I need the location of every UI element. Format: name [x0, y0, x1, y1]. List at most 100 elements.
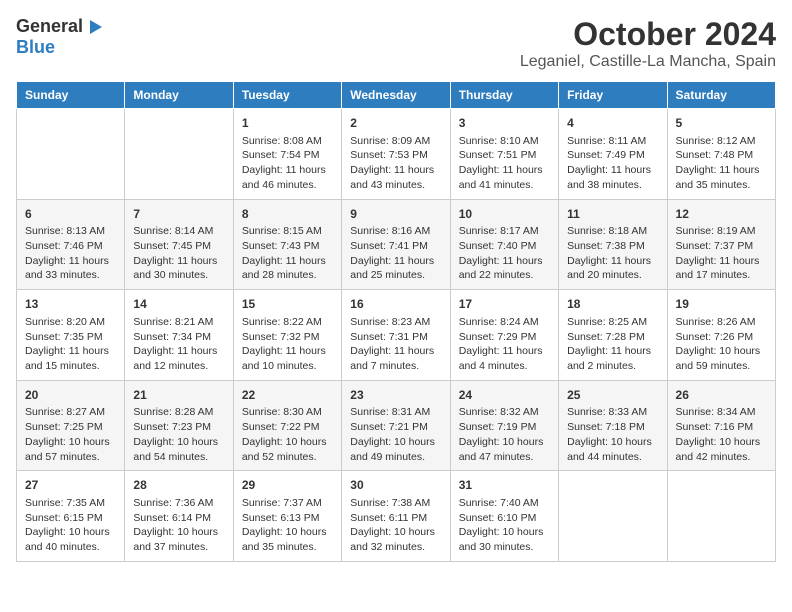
day-info: Sunrise: 8:14 AM	[133, 224, 224, 239]
day-number: 8	[242, 206, 333, 223]
calendar-title: October 2024	[520, 16, 776, 53]
day-info: Sunset: 7:49 PM	[567, 148, 658, 163]
calendar-day-cell: 23Sunrise: 8:31 AMSunset: 7:21 PMDayligh…	[342, 380, 450, 471]
day-of-week-header: Thursday	[450, 82, 558, 109]
day-number: 5	[676, 115, 767, 132]
day-number: 19	[676, 296, 767, 313]
day-info: Sunrise: 7:37 AM	[242, 496, 333, 511]
day-info: Sunset: 7:18 PM	[567, 420, 658, 435]
day-number: 27	[25, 477, 116, 494]
day-info: Sunrise: 8:32 AM	[459, 405, 550, 420]
day-number: 16	[350, 296, 441, 313]
day-info: Sunrise: 8:33 AM	[567, 405, 658, 420]
calendar-day-cell: 28Sunrise: 7:36 AMSunset: 6:14 PMDayligh…	[125, 471, 233, 562]
day-info: Daylight: 10 hours and 54 minutes.	[133, 435, 224, 464]
day-of-week-header: Saturday	[667, 82, 775, 109]
day-info: Sunrise: 8:25 AM	[567, 315, 658, 330]
day-info: Daylight: 10 hours and 52 minutes.	[242, 435, 333, 464]
day-number: 3	[459, 115, 550, 132]
calendar-day-cell	[559, 471, 667, 562]
day-info: Daylight: 11 hours and 25 minutes.	[350, 254, 441, 283]
day-info: Sunrise: 8:26 AM	[676, 315, 767, 330]
calendar-day-cell: 9Sunrise: 8:16 AMSunset: 7:41 PMDaylight…	[342, 199, 450, 290]
day-info: Sunset: 6:10 PM	[459, 511, 550, 526]
day-info: Daylight: 11 hours and 7 minutes.	[350, 344, 441, 373]
logo-general: General	[16, 16, 83, 37]
day-info: Daylight: 10 hours and 42 minutes.	[676, 435, 767, 464]
day-number: 9	[350, 206, 441, 223]
day-info: Daylight: 10 hours and 32 minutes.	[350, 525, 441, 554]
calendar-day-cell: 21Sunrise: 8:28 AMSunset: 7:23 PMDayligh…	[125, 380, 233, 471]
calendar-day-cell: 30Sunrise: 7:38 AMSunset: 6:11 PMDayligh…	[342, 471, 450, 562]
day-info: Sunrise: 8:30 AM	[242, 405, 333, 420]
day-number: 11	[567, 206, 658, 223]
day-info: Daylight: 11 hours and 22 minutes.	[459, 254, 550, 283]
day-number: 7	[133, 206, 224, 223]
calendar-table: SundayMondayTuesdayWednesdayThursdayFrid…	[16, 81, 776, 562]
day-info: Sunset: 7:37 PM	[676, 239, 767, 254]
day-info: Sunset: 7:22 PM	[242, 420, 333, 435]
calendar-week-row: 1Sunrise: 8:08 AMSunset: 7:54 PMDaylight…	[17, 109, 776, 200]
day-info: Sunset: 7:41 PM	[350, 239, 441, 254]
day-info: Sunrise: 8:23 AM	[350, 315, 441, 330]
calendar-day-cell: 16Sunrise: 8:23 AMSunset: 7:31 PMDayligh…	[342, 290, 450, 381]
calendar-day-cell: 5Sunrise: 8:12 AMSunset: 7:48 PMDaylight…	[667, 109, 775, 200]
day-info: Daylight: 10 hours and 44 minutes.	[567, 435, 658, 464]
day-info: Sunset: 7:35 PM	[25, 330, 116, 345]
day-number: 25	[567, 387, 658, 404]
day-info: Sunrise: 8:11 AM	[567, 134, 658, 149]
calendar-day-cell: 27Sunrise: 7:35 AMSunset: 6:15 PMDayligh…	[17, 471, 125, 562]
day-info: Sunrise: 8:15 AM	[242, 224, 333, 239]
day-info: Sunrise: 8:34 AM	[676, 405, 767, 420]
day-info: Sunrise: 8:10 AM	[459, 134, 550, 149]
day-info: Sunrise: 8:27 AM	[25, 405, 116, 420]
calendar-day-cell: 29Sunrise: 7:37 AMSunset: 6:13 PMDayligh…	[233, 471, 341, 562]
calendar-day-cell: 20Sunrise: 8:27 AMSunset: 7:25 PMDayligh…	[17, 380, 125, 471]
calendar-day-cell: 2Sunrise: 8:09 AMSunset: 7:53 PMDaylight…	[342, 109, 450, 200]
day-number: 26	[676, 387, 767, 404]
calendar-day-cell: 19Sunrise: 8:26 AMSunset: 7:26 PMDayligh…	[667, 290, 775, 381]
calendar-day-cell	[17, 109, 125, 200]
day-info: Sunset: 7:43 PM	[242, 239, 333, 254]
day-number: 18	[567, 296, 658, 313]
day-number: 30	[350, 477, 441, 494]
logo: General Blue	[16, 16, 103, 58]
day-number: 13	[25, 296, 116, 313]
day-info: Sunrise: 8:08 AM	[242, 134, 333, 149]
day-info: Daylight: 11 hours and 12 minutes.	[133, 344, 224, 373]
day-info: Sunset: 7:46 PM	[25, 239, 116, 254]
day-info: Daylight: 11 hours and 46 minutes.	[242, 163, 333, 192]
day-info: Sunrise: 8:18 AM	[567, 224, 658, 239]
day-info: Daylight: 10 hours and 57 minutes.	[25, 435, 116, 464]
day-info: Daylight: 11 hours and 43 minutes.	[350, 163, 441, 192]
day-info: Sunset: 6:13 PM	[242, 511, 333, 526]
day-info: Sunset: 7:51 PM	[459, 148, 550, 163]
day-number: 31	[459, 477, 550, 494]
day-info: Daylight: 11 hours and 38 minutes.	[567, 163, 658, 192]
day-number: 1	[242, 115, 333, 132]
day-number: 20	[25, 387, 116, 404]
day-number: 24	[459, 387, 550, 404]
day-info: Daylight: 11 hours and 35 minutes.	[676, 163, 767, 192]
day-info: Sunrise: 8:16 AM	[350, 224, 441, 239]
day-info: Sunrise: 8:24 AM	[459, 315, 550, 330]
day-info: Sunrise: 8:28 AM	[133, 405, 224, 420]
day-info: Sunset: 7:38 PM	[567, 239, 658, 254]
calendar-week-row: 27Sunrise: 7:35 AMSunset: 6:15 PMDayligh…	[17, 471, 776, 562]
day-info: Daylight: 10 hours and 49 minutes.	[350, 435, 441, 464]
day-info: Sunrise: 8:31 AM	[350, 405, 441, 420]
day-of-week-header: Friday	[559, 82, 667, 109]
day-info: Daylight: 10 hours and 47 minutes.	[459, 435, 550, 464]
day-number: 15	[242, 296, 333, 313]
day-info: Sunset: 7:29 PM	[459, 330, 550, 345]
day-of-week-header: Wednesday	[342, 82, 450, 109]
day-info: Sunset: 6:11 PM	[350, 511, 441, 526]
day-number: 14	[133, 296, 224, 313]
calendar-day-cell: 1Sunrise: 8:08 AMSunset: 7:54 PMDaylight…	[233, 109, 341, 200]
day-of-week-header: Monday	[125, 82, 233, 109]
day-number: 22	[242, 387, 333, 404]
day-info: Sunset: 7:28 PM	[567, 330, 658, 345]
calendar-day-cell: 24Sunrise: 8:32 AMSunset: 7:19 PMDayligh…	[450, 380, 558, 471]
day-info: Daylight: 10 hours and 40 minutes.	[25, 525, 116, 554]
header: General Blue October 2024 Leganiel, Cast…	[16, 16, 776, 71]
